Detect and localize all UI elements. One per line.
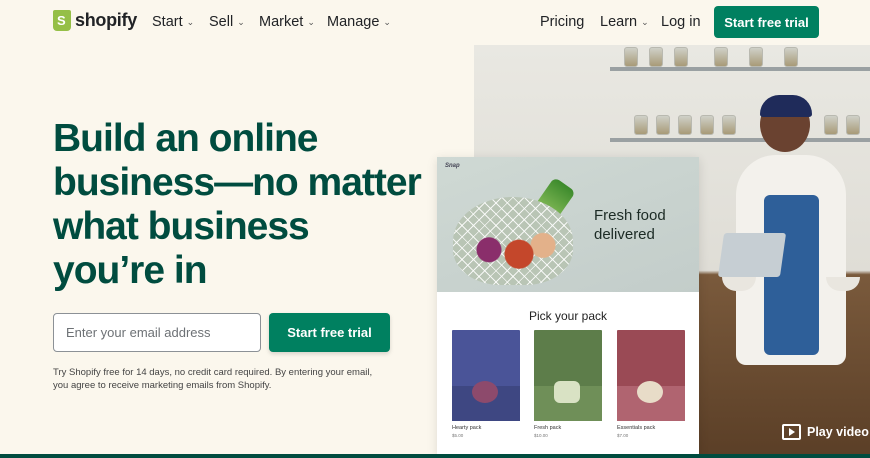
shelf [610,138,870,142]
shelf [610,67,870,71]
store-tagline: Fresh food delivered [594,207,666,243]
store-brand: Snap [445,163,460,169]
jar [674,47,688,67]
shopify-bag-icon [53,10,71,31]
pack-hearty[interactable]: Hearty pack $5.00 [452,330,520,438]
nav-item-market[interactable]: Market ⌄ [259,14,315,30]
nav-item-manage[interactable]: Manage ⌄ [327,14,391,30]
shopify-logo[interactable]: shopify [53,10,137,31]
jar [722,115,736,135]
chevron-down-icon: ⌄ [383,16,391,27]
logo-text: shopify [75,10,137,30]
pack-name: Fresh pack [534,425,562,431]
pack-image [617,330,685,421]
chevron-down-icon: ⌄ [307,16,315,27]
pack-image [534,330,602,421]
jar [749,47,763,67]
nav-start-trial-button[interactable]: Start free trial [714,6,819,38]
play-icon [782,424,801,440]
nav-label: Market [259,14,304,30]
laptop [717,233,787,277]
play-video-button[interactable]: Play video [782,424,869,440]
nav-label: Sell [209,14,234,30]
pack-image [452,330,520,421]
jar [634,115,648,135]
top-navigation: shopify Start ⌄ Sell ⌄ Market ⌄ Manage ⌄… [0,0,870,45]
email-input[interactable]: Enter your email address [53,313,261,352]
jar [656,115,670,135]
nav-item-learn[interactable]: Learn ⌄ [600,14,649,30]
jar [714,47,728,67]
pack-item [472,381,498,403]
store-banner: Snap Fresh food delivered [437,157,699,292]
nav-item-sell[interactable]: Sell ⌄ [209,14,245,30]
chevron-down-icon: ⌄ [237,16,245,27]
email-placeholder: Enter your email address [66,325,211,340]
jar [700,115,714,135]
jar [624,47,638,67]
nav-item-start[interactable]: Start ⌄ [152,14,194,30]
hero-headline: Build an online business—no matter what … [53,117,422,292]
pack-price: $10.00 [534,433,548,438]
pack-name: Hearty pack [452,425,482,431]
produce-bag-image [453,197,573,285]
pack-item [637,381,663,403]
head-wrap [760,95,812,117]
pack-essentials[interactable]: Essentials pack $7.00 [617,330,685,438]
jar [649,47,663,67]
pack-name: Essentials pack [617,425,656,431]
trial-disclaimer: Try Shopify free for 14 days, no credit … [53,367,373,391]
nav-label: Log in [661,14,701,30]
play-video-label: Play video [807,425,869,439]
nav-label: Learn [600,14,638,30]
bottom-section-edge [0,454,870,458]
nav-label: Pricing [540,14,585,30]
chevron-down-icon: ⌄ [641,16,649,27]
nav-label: Manage [327,14,380,30]
chevron-down-icon: ⌄ [186,16,195,27]
pack-fresh[interactable]: Fresh pack $10.00 [534,330,602,438]
pack-item [554,381,580,403]
pack-price: $7.00 [617,433,629,438]
hero-start-trial-button[interactable]: Start free trial [269,313,390,352]
jar [678,115,692,135]
jar [824,115,838,135]
pack-price: $5.00 [452,433,464,438]
pack-section-title: Pick your pack [528,309,608,323]
jar [846,115,860,135]
nav-item-pricing[interactable]: Pricing [540,14,584,30]
nav-item-login[interactable]: Log in [661,14,701,30]
jar [784,47,798,67]
nav-label: Start [152,14,183,30]
store-preview-card: Snap Fresh food delivered Pick your pack… [437,157,699,455]
